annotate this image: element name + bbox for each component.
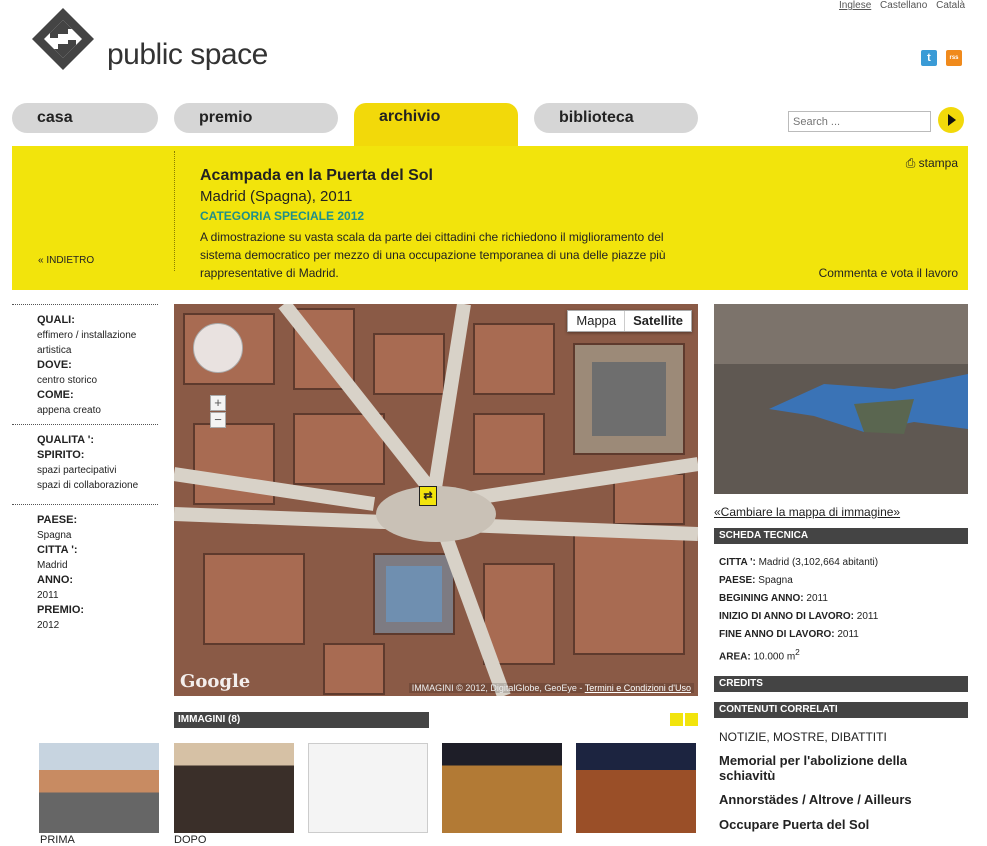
lang-castellano[interactable]: Castellano	[880, 0, 927, 11]
meta-value[interactable]: spazi di collaborazione	[37, 480, 138, 491]
pan-control-icon[interactable]	[193, 323, 243, 373]
map-type-satellite[interactable]: Satellite	[624, 311, 691, 331]
related-subheading: NOTIZIE, MOSTRE, DIBATTITI	[719, 730, 887, 744]
meta-value[interactable]: Madrid	[37, 560, 68, 571]
meta-label: PREMIO:	[37, 604, 85, 616]
next-arrow-icon[interactable]	[685, 713, 698, 726]
spec-label: FINE ANNO DI LAVORO:	[719, 629, 835, 640]
change-map-link[interactable]: «Cambiare la mappa di immagine»	[714, 505, 900, 519]
meta-value[interactable]: appena creato	[37, 405, 101, 416]
brand-name[interactable]: public space	[107, 38, 268, 72]
meta-label: PAESE:	[37, 514, 78, 526]
thumbnail-caption: DOPO	[174, 834, 207, 846]
spec-value: 2011	[806, 593, 828, 604]
print-label: stampa	[918, 156, 958, 170]
spec-area: AREA: 10.000 m2	[719, 647, 800, 662]
image-thumbnail[interactable]	[39, 743, 159, 833]
meta-value[interactable]: 2012	[37, 620, 59, 631]
map-copyright-text: IMMAGINI © 2012, DigitalGlobe, GeoEye -	[411, 683, 583, 693]
meta-value[interactable]: spazi partecipativi	[37, 465, 116, 476]
tab-premio[interactable]: premio	[174, 103, 338, 133]
google-logo: Google	[180, 671, 251, 692]
credits-header[interactable]: CREDITS	[714, 676, 968, 692]
print-link[interactable]: ⎙ stampa	[906, 156, 958, 171]
spec-label: PAESE:	[719, 575, 756, 586]
spec-value: Madrid (3,102,664 abitanti)	[758, 557, 879, 568]
images-header: IMMAGINI (8)	[174, 712, 429, 728]
project-description: A dimostrazione su vasta scala da parte …	[200, 230, 666, 280]
lang-catala[interactable]: Català	[936, 0, 965, 11]
image-thumbnail[interactable]	[576, 743, 696, 833]
meta-value[interactable]: 2011	[37, 590, 59, 601]
meta-quali-block: QUALI: effimero / installazione artistic…	[12, 304, 158, 422]
zoom-out-icon[interactable]: −	[210, 412, 226, 428]
image-thumbnail[interactable]	[174, 743, 294, 833]
project-photo[interactable]	[714, 304, 968, 494]
spec-value: 2011	[856, 611, 879, 622]
meta-label: DOVE:	[37, 359, 72, 371]
zoom-in-icon[interactable]: +	[210, 395, 226, 411]
related-link[interactable]: Memorial per l'abolizione della schiavit…	[719, 753, 959, 783]
project-category: CATEGORIA SPECIALE 2012	[200, 209, 365, 223]
meta-label: ANNO:	[37, 574, 74, 586]
scheda-tecnica-header: SCHEDA TECNICA	[714, 528, 968, 544]
tab-biblioteca[interactable]: biblioteca	[534, 103, 698, 133]
project-banner: « INDIETRO Acampada en la Puerta del Sol…	[12, 146, 968, 290]
related-link[interactable]: Annorstädes / Altrove / Ailleurs	[719, 792, 959, 807]
tab-casa[interactable]: casa	[12, 103, 158, 133]
banner-divider	[174, 151, 175, 271]
spec-label: AREA:	[719, 651, 751, 663]
meta-paese-block: PAESE: Spagna CITTA ': Madrid ANNO: 2011…	[12, 504, 158, 644]
meta-value[interactable]: effimero / installazione artistica	[37, 330, 136, 356]
twitter-icon[interactable]: t	[921, 50, 937, 66]
map-type-toggle: Mappa Satellite	[567, 310, 692, 332]
image-thumbnail[interactable]	[308, 743, 428, 833]
spec-paese: PAESE: Spagna	[719, 575, 793, 586]
meta-qualita-block: QUALITA ': SPIRITO: spazi partecipativi …	[12, 424, 158, 502]
meta-label: CITTA ':	[37, 544, 78, 556]
back-link[interactable]: « INDIETRO	[38, 255, 94, 266]
spec-area-sup: 2	[795, 647, 800, 657]
meta-label: COME:	[37, 389, 74, 401]
thumbnail-caption: PRIMA	[40, 834, 75, 846]
location-pin-icon[interactable]: ⇄	[419, 486, 437, 506]
rss-icon[interactable]: rss	[946, 50, 962, 66]
spec-label: BEGINING ANNO:	[719, 593, 804, 604]
spec-value: Spagna	[758, 575, 793, 586]
spec-value: 2011	[837, 629, 859, 640]
project-title: Acampada en la Puerta del Sol	[200, 167, 433, 184]
map-terms-link[interactable]: Termini e Condizioni d'Uso	[585, 683, 691, 693]
spec-fine: FINE ANNO DI LAVORO: 2011	[719, 629, 859, 640]
spec-label: CITTA ':	[719, 557, 756, 568]
spec-value: 10.000 m	[753, 651, 796, 663]
map-type-mappa[interactable]: Mappa	[568, 311, 624, 331]
search-input[interactable]	[788, 111, 931, 132]
project-location: Madrid (Spagna), 2011	[200, 188, 353, 205]
meta-label: QUALI:	[37, 314, 75, 326]
meta-value[interactable]: Spagna	[37, 530, 71, 541]
satellite-map[interactable]: Mappa Satellite + − ⇄ Google IMMAGINI © 2…	[174, 304, 698, 696]
spec-inizio: INIZIO DI ANNO DI LAVORO: 2011	[719, 611, 878, 622]
prev-arrow-icon[interactable]	[670, 713, 683, 726]
publicspace-logo-icon[interactable]	[32, 8, 94, 70]
tab-archivio[interactable]: archivio	[354, 103, 518, 149]
crowd-photo-image	[714, 304, 968, 494]
comment-vote-link[interactable]: Commenta e vota il lavoro	[819, 266, 958, 280]
map-copyright: IMMAGINI © 2012, DigitalGlobe, GeoEye - …	[408, 683, 694, 693]
image-thumbnail[interactable]	[442, 743, 562, 833]
lang-english[interactable]: Inglese	[839, 0, 871, 11]
spec-begining: BEGINING ANNO: 2011	[719, 593, 828, 604]
meta-label: SPIRITO:	[37, 449, 85, 461]
printer-icon: ⎙	[905, 156, 916, 170]
spec-citta: CITTA ': Madrid (3,102,664 abitanti)	[719, 557, 878, 568]
contenuti-correlati-header: CONTENUTI CORRELATI	[714, 702, 968, 718]
spec-label: INIZIO DI ANNO DI LAVORO:	[719, 611, 854, 622]
meta-label: QUALITA ':	[37, 434, 94, 446]
related-link[interactable]: Occupare Puerta del Sol	[719, 817, 959, 832]
language-switcher: Inglese Castellano Català	[833, 0, 965, 11]
meta-value[interactable]: centro storico	[37, 375, 97, 386]
search-button[interactable]	[938, 107, 964, 133]
